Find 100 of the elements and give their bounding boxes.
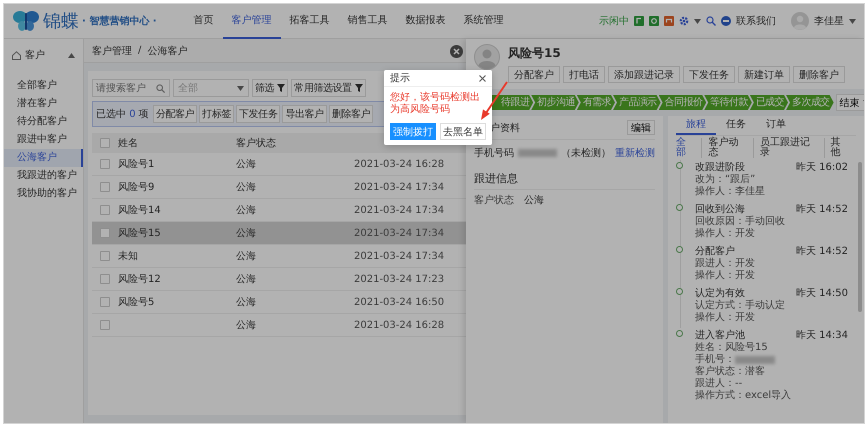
sidebar-item[interactable]: 公海客户 bbox=[4, 149, 83, 167]
event-detail: 跟进人：开发 bbox=[695, 258, 756, 270]
sidebar-group[interactable]: 客户 bbox=[4, 43, 83, 67]
table-cell-text: 2021-03-24 17:34 bbox=[354, 204, 446, 216]
action-button[interactable]: 添加跟进记录 bbox=[608, 66, 680, 83]
edit-button[interactable]: 编辑 bbox=[627, 120, 655, 135]
breadcrumb-separator: / bbox=[138, 45, 142, 56]
tab[interactable]: 旅程 bbox=[676, 116, 716, 135]
event-time: 昨天 16:02 bbox=[796, 161, 848, 174]
nav-tab[interactable]: 系统管理 bbox=[454, 4, 513, 38]
event-title: 改跟进阶段 bbox=[695, 160, 745, 174]
table-cell-text: 风险号15 bbox=[118, 227, 162, 240]
event-detail: 操作人：开发 bbox=[695, 270, 756, 282]
event-detail: 操作方式：excel导入 bbox=[695, 390, 792, 402]
action-button[interactable]: 分配客户 bbox=[152, 105, 198, 123]
customer-name: 风险号15 bbox=[508, 45, 562, 62]
action-button[interactable]: 下发任务 bbox=[236, 105, 280, 123]
filter-link[interactable]: 客户动态 bbox=[701, 138, 753, 158]
event-detail: 跟进人：-- bbox=[695, 378, 744, 390]
field-label: 客户状态 bbox=[474, 194, 515, 207]
sidebar-item[interactable]: 跟进中客户 bbox=[4, 131, 83, 149]
logo-text: 锦蝶 bbox=[43, 10, 79, 33]
table-cell-text: 2021-03-24 16:50 bbox=[354, 296, 446, 308]
sidebar-item[interactable]: 全部客户 bbox=[4, 77, 83, 95]
event-time: 昨天 14:34 bbox=[796, 329, 848, 342]
user-name[interactable]: 李佳星 bbox=[814, 14, 844, 28]
check-status: （未检测） bbox=[561, 146, 611, 160]
nav-tab[interactable]: 数据报表 bbox=[396, 4, 455, 38]
table-cell-text: 2021-03-24 17:23 bbox=[354, 274, 446, 284]
status-text: 示闲中 bbox=[599, 14, 629, 28]
event-detail: 操作人：开发 bbox=[695, 312, 756, 324]
table-cell-text: 风险号9 bbox=[118, 181, 156, 194]
section-title: 跟进信息 bbox=[474, 168, 655, 190]
action-button[interactable]: 导出客户 bbox=[282, 105, 327, 123]
action-button[interactable]: 打电话 bbox=[563, 66, 605, 83]
event-title: 认定为有效 bbox=[695, 286, 745, 300]
event-detail: 姓名：风险号15 bbox=[695, 342, 769, 354]
tab[interactable]: 任务 bbox=[716, 116, 756, 135]
field-label: 手机号码 bbox=[474, 146, 514, 160]
nav-tab[interactable]: 拓客工具 bbox=[280, 4, 339, 38]
table-cell-text: 未知 bbox=[118, 250, 139, 263]
nav-tab[interactable]: 首页 bbox=[184, 4, 223, 38]
table-cell-text: 风险号12 bbox=[118, 273, 162, 286]
breadcrumb-item: 公海客户 bbox=[147, 44, 188, 58]
table-cell-text: 2021-03-24 16:28 bbox=[354, 320, 446, 330]
event-detail: 回收原因：手动回收 bbox=[695, 216, 786, 228]
dialog-button[interactable]: 去黑名单 bbox=[440, 123, 486, 140]
table-cell-text: 公海 bbox=[236, 319, 257, 332]
column-header: 客户状态 bbox=[236, 136, 277, 150]
event-title: 分配客户 bbox=[695, 244, 735, 258]
sidebar-item[interactable]: 我协助的客户 bbox=[4, 185, 83, 203]
event-title: 回收到公海 bbox=[695, 203, 745, 216]
column-header: 姓名 bbox=[118, 137, 139, 150]
filter-button[interactable]: 筛选 bbox=[252, 79, 288, 97]
action-button[interactable]: 打标签 bbox=[199, 105, 234, 123]
table-cell-text: 2021-03-24 17:34 bbox=[354, 250, 446, 262]
nav-tab[interactable]: 销售工具 bbox=[338, 4, 397, 38]
field-value: 公海 bbox=[524, 194, 544, 207]
warning-message: 您好，该号码检测出为高风险号码 bbox=[389, 90, 481, 117]
breadcrumb-item[interactable]: 客户管理 bbox=[92, 44, 132, 58]
table-cell-text: 公海 bbox=[236, 273, 257, 286]
action-button[interactable]: 分配客户 bbox=[508, 66, 560, 83]
table-cell-text: 公海 bbox=[236, 181, 257, 194]
action-button[interactable]: 新建订单 bbox=[738, 66, 790, 83]
table-cell-text: 2021-03-24 17:34 bbox=[354, 182, 446, 192]
action-button[interactable]: 删除客户 bbox=[328, 105, 374, 123]
event-detail: 操作人：李佳星 bbox=[695, 186, 766, 198]
filter-link[interactable]: 员工跟进记录 bbox=[752, 138, 824, 158]
table-cell-text: 公海 bbox=[236, 204, 257, 217]
selection-summary: 已选中 0 项 bbox=[96, 108, 149, 121]
table-cell-text: 2021-03-24 16:28 bbox=[354, 158, 446, 170]
table-cell-text: 公海 bbox=[236, 227, 257, 240]
filter-link[interactable]: 全部 bbox=[676, 138, 702, 158]
sidebar-item[interactable]: 我跟进的客户 bbox=[4, 167, 83, 185]
filter-link[interactable]: 其他 bbox=[824, 138, 856, 158]
recheck-link[interactable]: 重新检测 bbox=[615, 146, 655, 160]
contact-link[interactable]: 联系我们 bbox=[736, 14, 776, 28]
event-time: 昨天 14:50 bbox=[796, 287, 848, 300]
action-button[interactable]: 删除客户 bbox=[793, 66, 845, 83]
logo-subtitle: · 智慧营销中心 · bbox=[82, 14, 157, 28]
event-detail: 客户状态：潜客 bbox=[695, 366, 766, 378]
table-cell-text: 公海 bbox=[236, 296, 257, 309]
action-button[interactable]: 下发任务 bbox=[683, 66, 735, 83]
event-title: 进入客户池 bbox=[695, 328, 745, 342]
event-time: 昨天 14:52 bbox=[796, 203, 848, 216]
event-detail: 操作人：开发 bbox=[695, 228, 756, 240]
table-cell-text: 公海 bbox=[236, 158, 257, 171]
tab[interactable]: 订单 bbox=[756, 116, 796, 135]
end-dropdown[interactable]: 结束 bbox=[836, 94, 864, 111]
sidebar-item[interactable]: 待分配客户 bbox=[4, 113, 83, 131]
event-detail: 认定方式：手动认定 bbox=[695, 300, 786, 312]
dialog-title: 提示 bbox=[390, 72, 410, 85]
table-cell-text: 风险号1 bbox=[118, 158, 156, 171]
table-cell-text: 风险号14 bbox=[118, 204, 162, 217]
event-detail: 改为：“跟后” bbox=[695, 174, 756, 186]
table-cell-text: 2021-03-24 17:34 bbox=[354, 228, 446, 238]
event-time: 昨天 14:52 bbox=[796, 245, 848, 258]
table-cell-text: 风险号5 bbox=[118, 296, 156, 309]
sidebar-item[interactable]: 潜在客户 bbox=[4, 95, 83, 113]
filter-button[interactable]: 常用筛选设置 bbox=[291, 79, 366, 97]
